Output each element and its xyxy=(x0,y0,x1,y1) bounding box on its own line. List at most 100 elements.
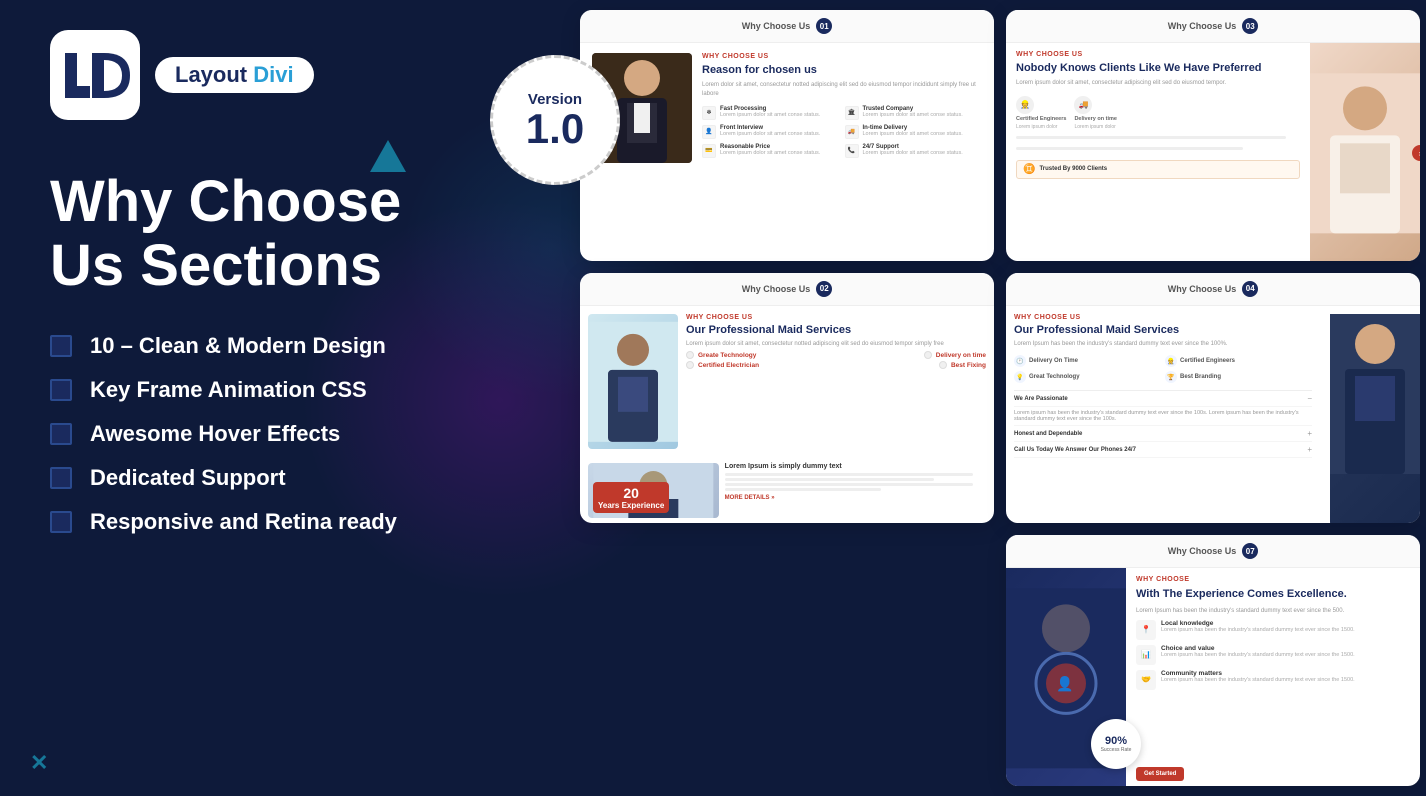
card-1-feature-4-text: In-time Delivery Lorem ipsum dolor sit a… xyxy=(863,125,963,137)
right-card-3-title: With The Experience Comes Excellence. xyxy=(1136,588,1410,601)
right-card-2-badge: 04 xyxy=(1242,281,1258,297)
rc2-delivery-icon: 🕐 xyxy=(1014,355,1026,367)
feature-item-4: Dedicated Support xyxy=(50,465,470,491)
right-card-3-header-title: Why Choose Us xyxy=(1168,546,1237,556)
right-card-1-badge: 03 xyxy=(1242,18,1258,34)
right-card-1-subtitle: WHY CHOOSE US xyxy=(1016,51,1300,58)
right-card-3-image: 👤 90% Success Rate xyxy=(1006,568,1126,786)
acc-item-1-chevron: − xyxy=(1307,394,1312,403)
feature-item-5: Responsive and Retina ready xyxy=(50,509,470,535)
feature-text-4: Dedicated Support xyxy=(90,465,286,491)
engineers-icon: 👷 xyxy=(1016,96,1034,114)
right-card-2-accordion: We Are Passionate − Lorem ipsum has been… xyxy=(1014,390,1312,458)
right-card-1-desc: Lorem ipsum dolor sit amet, consectetur … xyxy=(1016,79,1300,87)
rc2-delivery-label: Delivery On Time xyxy=(1029,358,1078,364)
card-2-feat-1-label: Greate Technology xyxy=(698,352,756,359)
preview-cards-area: Why Choose Us 01 WHY CHOOSE US Reason fo… xyxy=(580,10,1420,786)
dot-icon-4 xyxy=(939,361,947,369)
card-1-feature-3: 👤 Front Interview Lorem ipsum dolor sit … xyxy=(702,125,840,139)
rc1-person-svg xyxy=(1310,43,1420,261)
right-card-2-header-title: Why Choose Us xyxy=(1168,284,1237,294)
card-2-subtitle: WHY CHOOSE US xyxy=(686,314,986,321)
fast-processing-icon: ❄ xyxy=(702,106,716,120)
card-1-feature-3-text: Front Interview Lorem ipsum dolor sit am… xyxy=(720,125,820,137)
card-2-content: WHY CHOOSE US Our Professional Maid Serv… xyxy=(686,314,986,450)
logo-svg xyxy=(60,48,130,103)
card-1-feature-5: 💳 Reasonable Price Lorem ipsum dolor sit… xyxy=(702,144,840,158)
card-2-feat-1: Greate Technology Delivery on time xyxy=(686,351,986,359)
acc-item-3-chevron: + xyxy=(1307,445,1312,454)
more-details-link[interactable]: MORE DETAILS » xyxy=(725,495,986,501)
logo-text: Layout Divi xyxy=(155,57,314,93)
right-card-3-subtitle: WHY CHOOSE xyxy=(1136,576,1410,583)
get-started-button[interactable]: Get Started xyxy=(1136,767,1184,781)
delivery-icon-2: 🚚 xyxy=(1074,96,1092,114)
preview-card-right-2: Why Choose Us 04 WHY CHOOSE US Our Profe… xyxy=(1006,273,1420,524)
right-card-1-icons-row: 👷 Certified Engineers Lorem ipsum dolor … xyxy=(1016,96,1300,130)
card-2-desc: Lorem ipsum dolor sit amet, consectetur … xyxy=(686,340,986,348)
text-line-4 xyxy=(725,488,882,491)
choice-icon: 📊 xyxy=(1136,645,1156,665)
preview-card-right-3: Why Choose Us 07 👤 90% Success Rate WHY … xyxy=(1006,535,1420,786)
rc2-item-1: 🕐 Delivery On Time xyxy=(1014,355,1161,367)
feature-bullet-1 xyxy=(50,335,72,357)
rc2-item-3: 💡 Great Technology xyxy=(1014,371,1161,383)
card-2-feat-2-label: Delivery on time xyxy=(936,352,986,359)
card-1-feature-5-text: Reasonable Price Lorem ipsum dolor sit a… xyxy=(720,144,820,156)
exp-number: 20 xyxy=(598,485,664,501)
right-card-2-title: Our Professional Maid Services xyxy=(1014,324,1312,337)
acc-item-1[interactable]: We Are Passionate − xyxy=(1014,391,1312,407)
acc-item-3[interactable]: Call Us Today We Answer Our Phones 24/7 … xyxy=(1014,442,1312,458)
card-2-body-title: Lorem Ipsum is simply dummy text xyxy=(725,463,986,470)
rc3-feature-3-text: Community matters Lorem ipsum has been t… xyxy=(1161,670,1410,684)
feature-text-2: Key Frame Animation CSS xyxy=(90,377,367,403)
rc3-feature-3: 🤝 Community matters Lorem ipsum has been… xyxy=(1136,670,1410,690)
rc3-feature-2-title: Choice and value xyxy=(1161,645,1410,652)
rc2-item-2: 👷 Certified Engineers xyxy=(1165,355,1312,367)
logo-name-highlight: Divi xyxy=(253,62,293,87)
right-card-2-body: WHY CHOOSE US Our Professional Maid Serv… xyxy=(1006,306,1420,524)
features-list: 10 – Clean & Modern Design Key Frame Ani… xyxy=(50,333,470,535)
svg-text:👤: 👤 xyxy=(1056,676,1073,693)
rc3-feature-1-text: Local knowledge Lorem ipsum has been the… xyxy=(1161,620,1410,634)
feature-bullet-2 xyxy=(50,379,72,401)
left-panel: Layout Divi Why Choose Us Sections 10 – … xyxy=(0,0,520,796)
right-card-2-content: WHY CHOOSE US Our Professional Maid Serv… xyxy=(1006,314,1320,524)
text-line-3 xyxy=(725,483,973,486)
delivery-icon: 🚚 xyxy=(845,125,859,139)
success-rate-label: Success Rate xyxy=(1101,747,1132,753)
acc-item-1-title: We Are Passionate xyxy=(1014,396,1068,402)
acc-item-2[interactable]: Honest and Dependable + xyxy=(1014,426,1312,442)
acc-item-2-chevron: + xyxy=(1307,429,1312,438)
card-1-feature-1: ❄ Fast Processing Lorem ipsum dolor sit … xyxy=(702,106,840,120)
preview-card-2: Why Choose Us 02 WHY CHOOSE US Our Profe… xyxy=(580,273,994,524)
acc-item-1-content: Lorem ipsum has been the industry's stan… xyxy=(1014,407,1312,426)
feature-item-3: Awesome Hover Effects xyxy=(50,421,470,447)
rc1-icon-delivery: 🚚 Delivery on time Lorem ipsum dolor xyxy=(1074,96,1117,130)
rc1-line-2 xyxy=(1016,147,1243,150)
card-2-feat-4-label: Best Fixing xyxy=(951,362,986,369)
right-card-1-image: › xyxy=(1310,43,1420,261)
right-card-1-left: WHY CHOOSE US Nobody Knows Clients Like … xyxy=(1006,43,1310,261)
feature-bullet-4 xyxy=(50,467,72,489)
feature-text-1: 10 – Clean & Modern Design xyxy=(90,333,386,359)
right-card-1-header: Why Choose Us 03 xyxy=(1006,10,1420,43)
card-1-feature-4: 🚚 In-time Delivery Lorem ipsum dolor sit… xyxy=(845,125,983,139)
rc3-feature-3-desc: Lorem ipsum has been the industry's stan… xyxy=(1161,677,1410,684)
right-card-1-content: WHY CHOOSE US Nobody Knows Clients Like … xyxy=(1006,43,1420,261)
feature-bullet-5 xyxy=(50,511,72,533)
rc2-item-4: 🏆 Best Branding xyxy=(1165,371,1312,383)
text-line-2 xyxy=(725,478,934,481)
feature-bullet-3 xyxy=(50,423,72,445)
community-icon: 🤝 xyxy=(1136,670,1156,690)
card-1-features-grid: ❄ Fast Processing Lorem ipsum dolor sit … xyxy=(702,106,982,158)
card-2-feat-2: Certified Electrician Best Fixing xyxy=(686,361,986,369)
rc3-feature-3-title: Community matters xyxy=(1161,670,1410,677)
rc1-icon-engineers: 👷 Certified Engineers Lorem ipsum dolor xyxy=(1016,96,1066,130)
rc3-feature-2: 📊 Choice and value Lorem ipsum has been … xyxy=(1136,645,1410,665)
preview-card-1: Why Choose Us 01 WHY CHOOSE US Reason fo… xyxy=(580,10,994,261)
card-1-header: Why Choose Us 01 xyxy=(580,10,994,43)
card-1-header-title: Why Choose Us xyxy=(742,21,811,31)
card-1-content: WHY CHOOSE US Reason for chosen us Lorem… xyxy=(702,53,982,158)
feature-text-3: Awesome Hover Effects xyxy=(90,421,340,447)
